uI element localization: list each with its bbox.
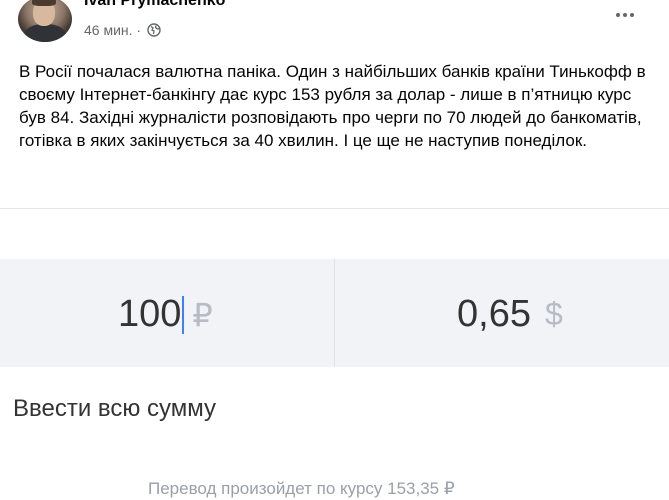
post-time[interactable]: 46 мин. · <box>84 22 141 38</box>
globe-icon <box>147 23 161 37</box>
more-horizontal-icon <box>623 13 627 17</box>
currency-converter: 100 ₽ 0,65 $ <box>0 259 669 367</box>
post-meta: 46 мин. · <box>84 22 161 38</box>
text-cursor <box>182 295 185 334</box>
to-amount-value: 0,65 <box>457 293 531 335</box>
more-options-button[interactable] <box>616 10 640 20</box>
avatar-hair <box>32 0 56 6</box>
embedded-screenshot: 100 ₽ 0,65 $ Ввести всю сумму Перевод пр… <box>0 208 669 500</box>
enter-all-amount-link[interactable]: Ввести всю сумму <box>13 395 216 423</box>
post-header: Ivan Prymachenko 46 мин. · <box>0 0 669 50</box>
more-horizontal-icon <box>630 13 634 17</box>
author-name[interactable]: Ivan Prymachenko <box>84 0 225 10</box>
post-text: В Росії почалася валютна паніка. Один з … <box>19 62 646 150</box>
exchange-rate-note: Перевод произойдет по курсу 153,35 ₽ <box>148 479 455 498</box>
from-amount-value: 100 <box>118 293 182 335</box>
avatar-body <box>24 24 66 42</box>
avatar[interactable] <box>18 0 72 42</box>
from-amount-input[interactable]: 100 ₽ <box>118 293 213 336</box>
to-amount-panel: 0,65 $ <box>334 259 668 367</box>
more-horizontal-icon <box>616 13 620 17</box>
dollar-sign: $ <box>544 296 563 332</box>
from-amount-panel: 100 ₽ <box>0 259 334 367</box>
ruble-sign: ₽ <box>192 296 213 333</box>
to-amount-input[interactable]: 0,65 $ <box>457 293 563 336</box>
